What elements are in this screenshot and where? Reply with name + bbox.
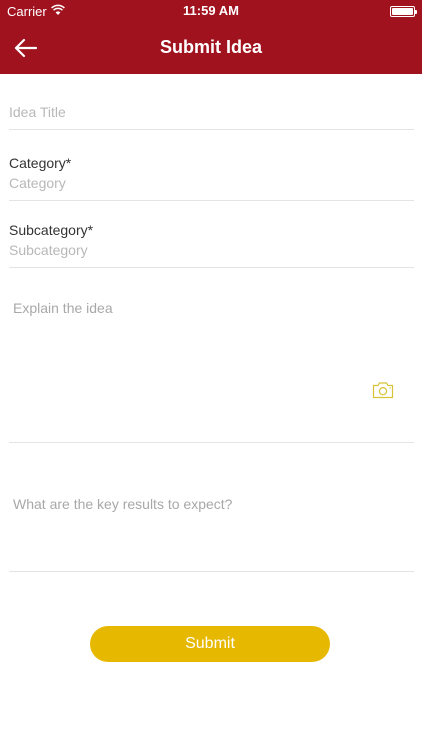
category-input[interactable] bbox=[9, 175, 414, 191]
subcategory-label: Subcategory* bbox=[9, 222, 94, 238]
explanation-field bbox=[9, 292, 414, 443]
subcategory-field: Subcategory* bbox=[9, 222, 414, 268]
subcategory-input[interactable] bbox=[9, 242, 414, 258]
submit-button[interactable]: Submit bbox=[90, 626, 330, 662]
status-bar: Carrier 11:59 AM bbox=[0, 0, 422, 22]
idea-title-input[interactable] bbox=[9, 104, 414, 120]
idea-title-field bbox=[9, 104, 414, 130]
category-field: Category* bbox=[9, 155, 414, 201]
header: Carrier 11:59 AM Submit Idea bbox=[0, 0, 422, 74]
page-title: Submit Idea bbox=[159, 37, 262, 57]
category-label: Category* bbox=[9, 155, 72, 171]
key-results-field bbox=[9, 488, 414, 572]
explanation-textarea[interactable] bbox=[9, 292, 414, 442]
camera-icon[interactable] bbox=[372, 380, 394, 400]
battery-icon bbox=[390, 6, 417, 17]
status-time: 11:59 AM bbox=[183, 3, 239, 18]
key-results-textarea[interactable] bbox=[9, 488, 414, 571]
submit-idea-screen: Carrier 11:59 AM Submit Idea Category* bbox=[0, 0, 422, 750]
